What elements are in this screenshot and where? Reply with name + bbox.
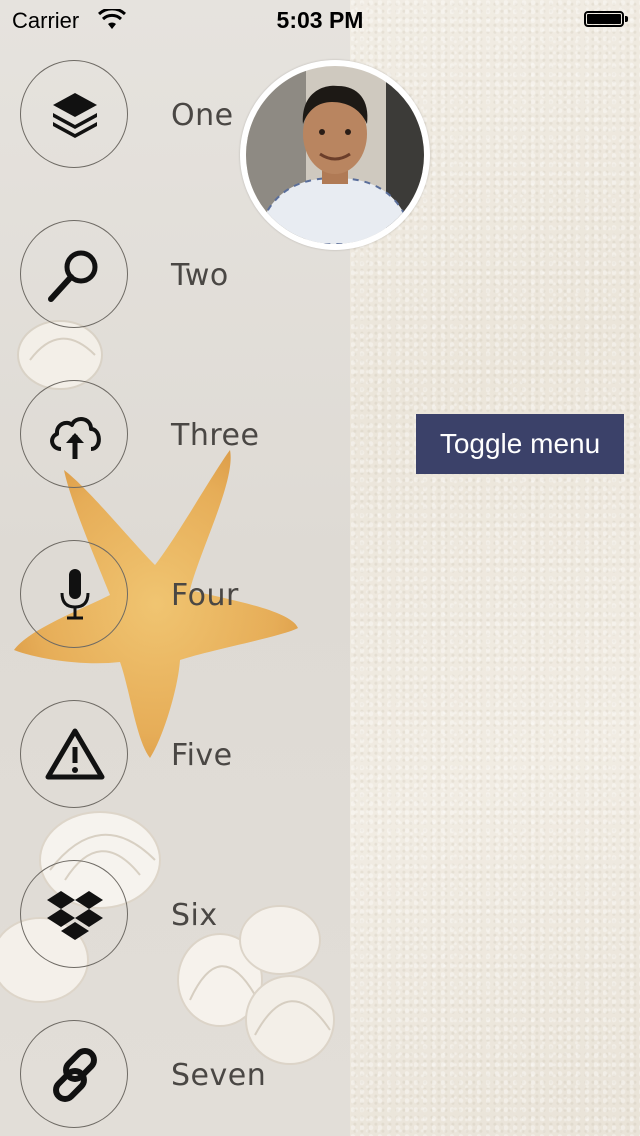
profile-avatar[interactable]: [240, 60, 430, 250]
menu-icon-circle: [20, 1020, 128, 1128]
link-icon: [53, 1048, 97, 1102]
cloud-upload-icon: [50, 417, 101, 459]
layers-icon: [53, 93, 97, 138]
search-icon: [48, 250, 98, 302]
menu-item-label: Three: [171, 418, 260, 453]
clock: 5:03 PM: [276, 7, 364, 33]
toggle-menu-button[interactable]: Toggle menu: [416, 414, 624, 474]
menu-item-seven[interactable]: Seven: [20, 1020, 340, 1130]
menu-icon-circle: [20, 860, 128, 968]
menu-icon-circle: [20, 220, 128, 328]
menu-item-six[interactable]: Six: [20, 860, 340, 970]
menu-item-label: Six: [171, 898, 218, 933]
menu-icon-circle: [20, 380, 128, 488]
menu-item-label: Two: [171, 258, 229, 293]
menu-item-five[interactable]: Five: [20, 700, 340, 810]
menu-icon-circle: [20, 540, 128, 648]
battery-icon: [584, 11, 628, 29]
menu-item-three[interactable]: Three: [20, 380, 340, 490]
warning-icon: [45, 728, 105, 780]
menu-item-label: One: [171, 98, 234, 133]
menu-item-label: Seven: [171, 1058, 267, 1093]
menu-icon-circle: [20, 700, 128, 808]
menu-item-four[interactable]: Four: [20, 540, 340, 650]
menu-item-label: Four: [171, 578, 239, 613]
microphone-icon: [60, 569, 90, 620]
dropbox-icon: [47, 891, 103, 940]
menu-item-label: Five: [171, 738, 233, 773]
menu-icon-circle: [20, 60, 128, 168]
status-bar: Carrier 5:03 PM: [0, 0, 640, 40]
profile-photo: [246, 66, 424, 244]
